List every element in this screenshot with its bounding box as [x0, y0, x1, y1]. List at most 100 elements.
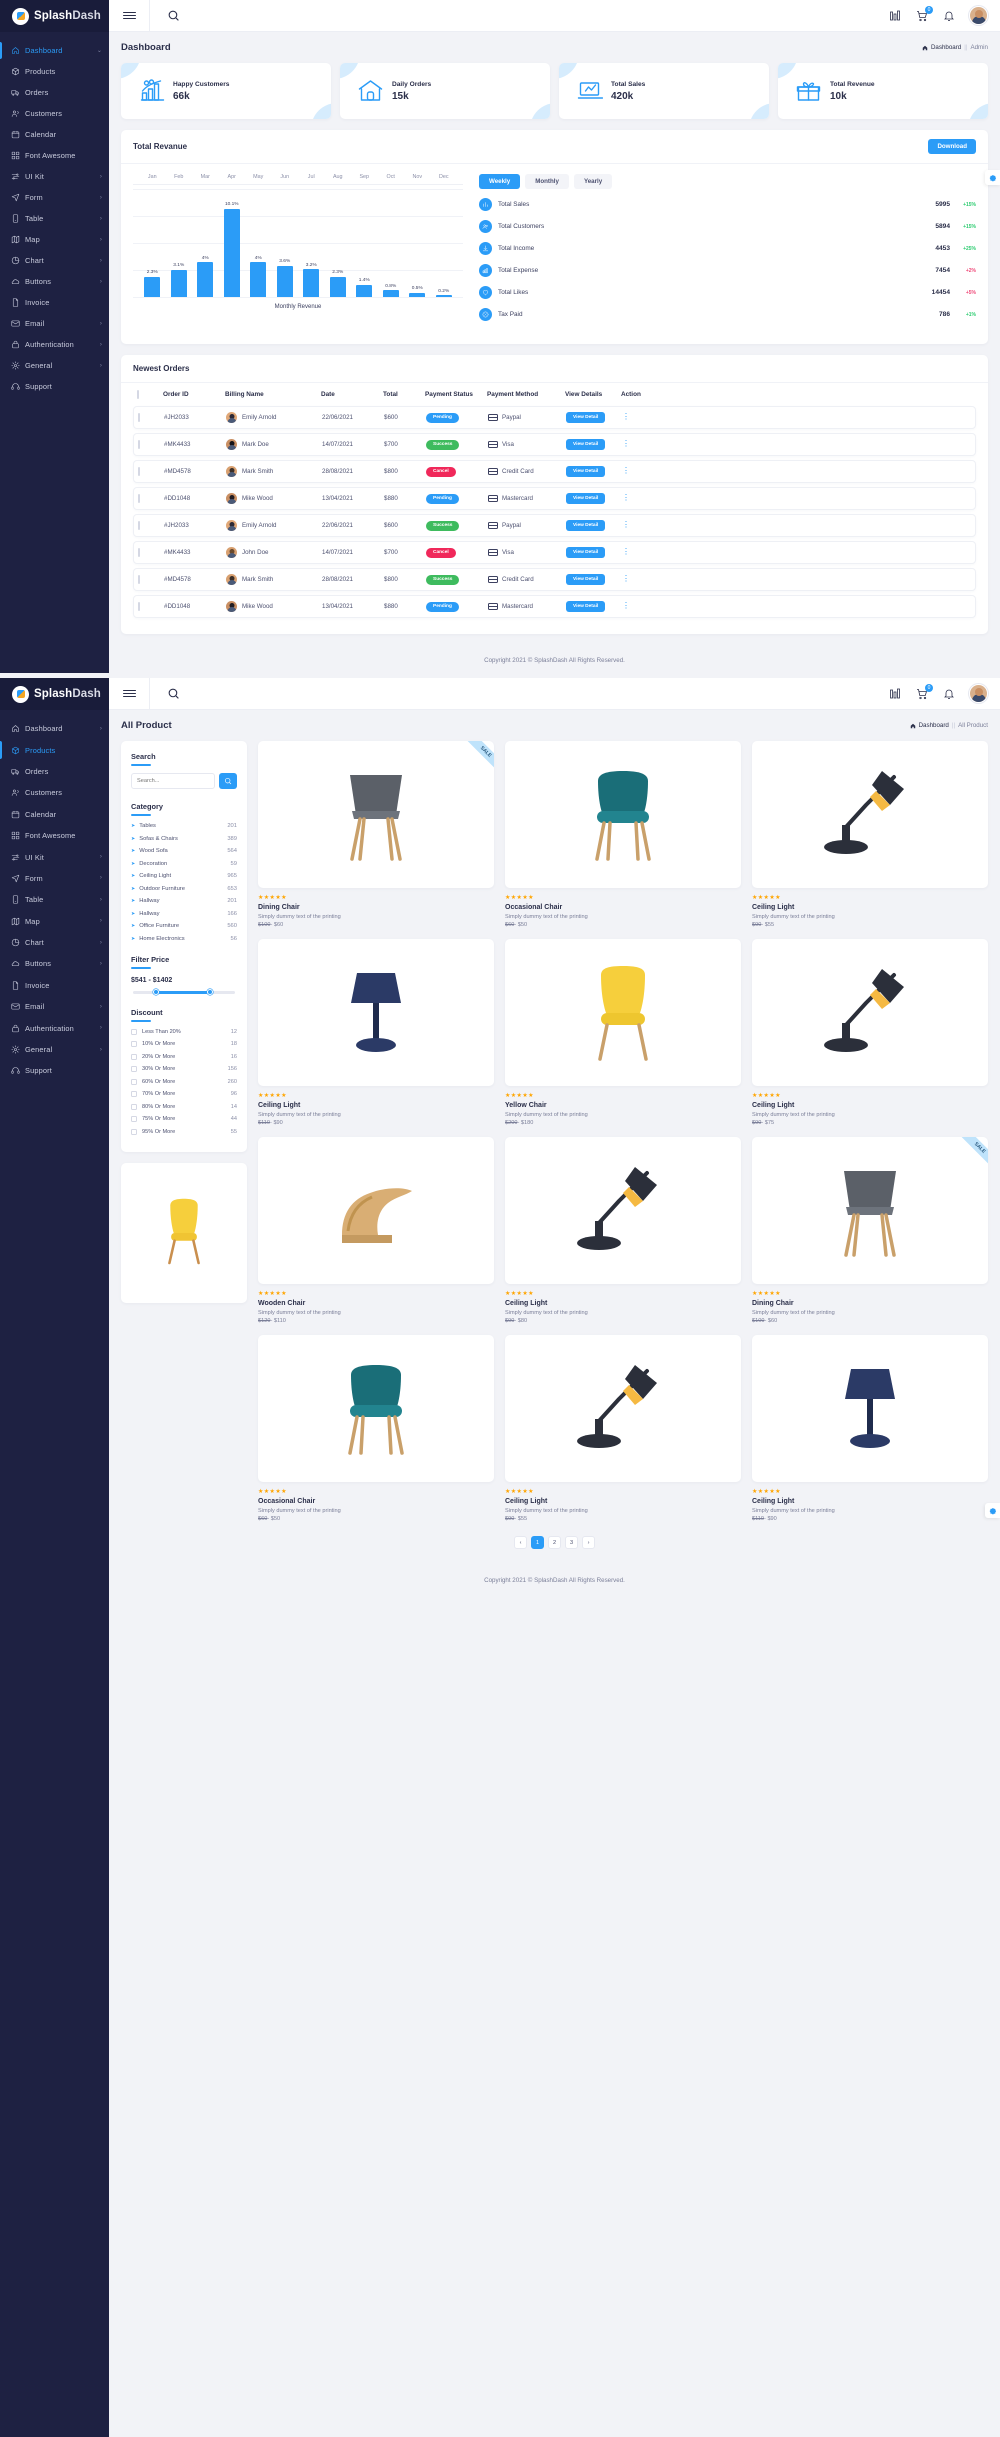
tab-weekly[interactable]: Weekly — [479, 174, 521, 189]
sidebar-item-buttons[interactable]: Buttons › — [0, 271, 109, 292]
view-detail-button[interactable]: View Detail — [566, 574, 606, 585]
product-card[interactable]: ★★★★★ Wooden Chair Simply dummy text of th… — [258, 1137, 494, 1324]
pagination-next[interactable]: › — [582, 1536, 595, 1549]
sidebar-item-calendar[interactable]: Calendar — [0, 804, 109, 825]
product-image[interactable] — [258, 1137, 494, 1284]
view-detail-button[interactable]: View Detail — [566, 412, 606, 423]
category-item[interactable]: ➤ Hallway 166 — [131, 911, 237, 917]
promo-card[interactable] — [121, 1163, 247, 1303]
product-card[interactable]: ★★★★★ Ceiling Light Simply dummy text of t… — [752, 939, 988, 1126]
select-all-checkbox[interactable] — [137, 390, 163, 399]
pagination-prev[interactable]: ‹ — [514, 1536, 527, 1549]
more-vertical-icon[interactable]: ⋮ — [622, 439, 630, 448]
product-image[interactable] — [505, 939, 741, 1086]
sidebar-item-ui-kit[interactable]: UI Kit › — [0, 166, 109, 187]
sidebar-item-general[interactable]: General › — [0, 1039, 109, 1060]
discount-checkbox[interactable] — [131, 1103, 137, 1110]
tab-monthly[interactable]: Monthly — [525, 174, 569, 189]
table-row[interactable]: #MK4433 Mark Doe 14/07/2021 $700 Success Visa… — [133, 433, 976, 456]
stat-card-happy-customers[interactable]: Happy Customers 66k — [121, 63, 331, 119]
apps-grid-icon[interactable] — [888, 9, 902, 23]
sidebar-item-invoice[interactable]: Invoice — [0, 975, 109, 996]
discount-item[interactable]: 70% Or More 96 — [131, 1091, 237, 1097]
sidebar-item-calendar[interactable]: Calendar — [0, 124, 109, 145]
product-image[interactable] — [505, 741, 741, 888]
cart-icon[interactable]: 0 — [915, 683, 933, 701]
sidebar-item-chart[interactable]: Chart › — [0, 250, 109, 271]
download-button[interactable]: Download — [928, 139, 976, 154]
bell-icon[interactable] — [942, 9, 956, 23]
search-button[interactable] — [219, 773, 237, 789]
sidebar-item-invoice[interactable]: Invoice — [0, 292, 109, 313]
tab-yearly[interactable]: Yearly — [573, 174, 613, 189]
row-checkbox[interactable] — [138, 548, 164, 557]
search-icon[interactable] — [150, 687, 196, 700]
category-item[interactable]: ➤ Tables 201 — [131, 823, 237, 829]
row-checkbox[interactable] — [138, 521, 164, 530]
sidebar-item-support[interactable]: Support — [0, 1060, 109, 1081]
table-row[interactable]: #MD4578 Mark Smith 28/08/2021 $800 Success Cr… — [133, 568, 976, 591]
sidebar-item-products[interactable]: Products — [0, 739, 109, 760]
more-vertical-icon[interactable]: ⋮ — [622, 574, 630, 583]
product-card[interactable]: ★★★★★ Occasional Chair Simply dummy text o… — [258, 1335, 494, 1522]
category-item[interactable]: ➤ Hallway 201 — [131, 898, 237, 904]
sidebar-item-email[interactable]: Email › — [0, 313, 109, 334]
product-image[interactable] — [505, 1335, 741, 1482]
hamburger-icon[interactable] — [109, 688, 149, 699]
product-image[interactable] — [752, 939, 988, 1086]
product-card[interactable]: SALE ★★★★★ Dining Chair Simply dummy text o… — [258, 741, 494, 928]
breadcrumb-home[interactable]: Dashboard — [931, 44, 961, 51]
product-image[interactable] — [752, 741, 988, 888]
stat-card-daily-orders[interactable]: Daily Orders 15k — [340, 63, 550, 119]
category-item[interactable]: ➤ Outdoor Furniture 653 — [131, 886, 237, 892]
row-actions[interactable]: ⋮ — [622, 574, 971, 583]
sidebar-item-authentication[interactable]: Authentication › — [0, 1017, 109, 1038]
product-image[interactable] — [258, 939, 494, 1086]
sidebar-item-form[interactable]: Form › — [0, 868, 109, 889]
product-card[interactable]: ★★★★★ Ceiling Light Simply dummy text of t… — [258, 939, 494, 1126]
sidebar-item-form[interactable]: Form › — [0, 187, 109, 208]
sidebar-item-customers[interactable]: Customers — [0, 782, 109, 803]
avatar[interactable] — [969, 6, 988, 25]
product-image[interactable]: SALE — [752, 1137, 988, 1284]
row-actions[interactable]: ⋮ — [622, 520, 971, 529]
category-item[interactable]: ➤ Ceiling Light 965 — [131, 873, 237, 879]
sidebar-item-general[interactable]: General › — [0, 355, 109, 376]
price-slider-knob-min[interactable] — [153, 988, 160, 995]
view-detail-button[interactable]: View Detail — [566, 466, 606, 477]
sidebar-item-map[interactable]: Map › — [0, 911, 109, 932]
view-detail-button[interactable]: View Detail — [566, 520, 606, 531]
apps-grid-icon[interactable] — [888, 687, 902, 701]
more-vertical-icon[interactable]: ⋮ — [622, 493, 630, 502]
row-checkbox[interactable] — [138, 413, 164, 422]
table-row[interactable]: #JH2033 Emily Arnold 22/06/2021 $600 Success… — [133, 514, 976, 537]
more-vertical-icon[interactable]: ⋮ — [622, 412, 630, 421]
more-vertical-icon[interactable]: ⋮ — [622, 520, 630, 529]
search-icon[interactable] — [150, 9, 196, 22]
row-actions[interactable]: ⋮ — [622, 412, 971, 421]
category-item[interactable]: ➤ Office Furniture 560 — [131, 923, 237, 929]
pagination-page-1[interactable]: 1 — [531, 1536, 544, 1549]
discount-checkbox[interactable] — [131, 1091, 137, 1097]
discount-item[interactable]: Less Than 20% 12 — [131, 1028, 237, 1035]
row-checkbox[interactable] — [138, 440, 164, 449]
pagination-page-2[interactable]: 2 — [548, 1536, 561, 1549]
row-actions[interactable]: ⋮ — [622, 548, 971, 556]
category-item[interactable]: ➤ Wood Sofa 564 — [131, 848, 237, 854]
discount-item[interactable]: 75% Or More 44 — [131, 1116, 237, 1122]
table-row[interactable]: #MK4433 John Doe 14/07/2021 $700 Cancel Visa V… — [133, 541, 976, 564]
stat-card-total-sales[interactable]: Total Sales 420k — [559, 63, 769, 119]
row-actions[interactable]: ⋮ — [622, 602, 971, 610]
discount-item[interactable]: 95% Or More 55 — [131, 1128, 237, 1135]
price-slider-knob-max[interactable] — [207, 988, 214, 995]
row-checkbox[interactable] — [138, 467, 164, 476]
discount-item[interactable]: 30% Or More 156 — [131, 1066, 237, 1072]
row-actions[interactable]: ⋮ — [622, 439, 971, 448]
product-image[interactable] — [505, 1137, 741, 1284]
table-row[interactable]: #DD1048 Mike Wood 13/04/2021 $880 Pending Mas… — [133, 487, 976, 510]
sidebar-item-orders[interactable]: Orders — [0, 82, 109, 103]
sidebar-item-products[interactable]: Products — [0, 61, 109, 82]
settings-gear-icon[interactable] — [985, 1503, 1000, 1518]
discount-checkbox[interactable] — [131, 1116, 137, 1122]
category-item[interactable]: ➤ Decoration 59 — [131, 861, 237, 867]
